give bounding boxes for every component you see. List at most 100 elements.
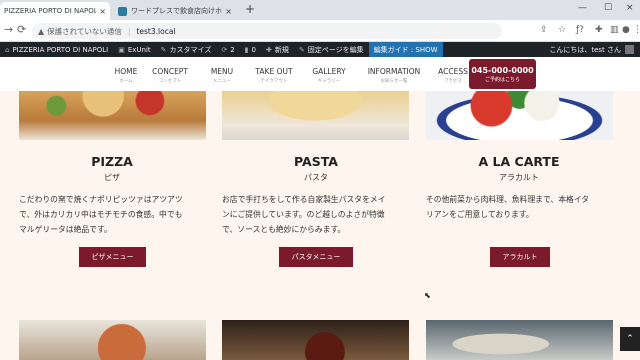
admin-exunit[interactable]: ▣ ExUnit <box>113 42 155 57</box>
card-title-pizza: PIZZA <box>91 154 133 169</box>
nav-sublabel: アクセス <box>444 79 462 84</box>
url-text[interactable]: test3.local <box>136 27 175 36</box>
browser-tab-strip: PIZZERIA PORTO DI NAPOLI | 本 × ワードプレスで飲食… <box>0 0 640 20</box>
nav-item-menu[interactable]: MENU メニュー <box>198 57 246 91</box>
card-text-pizza: こだわりの窯で焼くナポリピッツァはアツアツ で、外はカリカリ中はモチモチの食感。… <box>19 192 209 237</box>
exunit-icon: ▣ <box>118 45 125 54</box>
nav-item-takeout[interactable]: TAKE OUT テイクアウト <box>248 57 300 91</box>
nav-sublabel: ギャラリー <box>317 79 341 84</box>
browser-toolbar: → ⟳ ▲ 保護されていない通信 | test3.local ⇪ ☆ ƒ? ✚ … <box>0 20 640 42</box>
reserve-phone-number: 045-000-0000 <box>471 66 534 75</box>
admin-edit-guide-label: 編集ガイド : SHOW <box>373 45 438 54</box>
tab-close-icon[interactable]: × <box>99 7 106 16</box>
back-icon[interactable]: → <box>4 23 13 36</box>
food-photo <box>19 320 206 360</box>
nav-label: MENU <box>210 67 234 76</box>
admin-customize-label: カスタマイズ <box>169 45 212 54</box>
url-separator: | <box>127 26 131 36</box>
font-icon[interactable]: ƒ? <box>576 25 584 35</box>
profile-icon[interactable]: ● <box>622 25 630 35</box>
pizza-photo <box>19 91 206 140</box>
minimize-icon[interactable]: — <box>578 3 587 13</box>
reload-icon[interactable]: ⟳ <box>17 23 26 36</box>
nav-sublabel: コンセプト <box>158 79 182 84</box>
pasta-photo <box>222 91 409 140</box>
pencil-icon: ✎ <box>298 45 305 54</box>
sidebar-icon[interactable]: ▥ <box>610 25 619 35</box>
nav-label: CONCEPT <box>152 67 188 76</box>
card-text-line: マルゲリータは絶品です。 <box>19 225 112 234</box>
new-tab-icon[interactable]: + <box>245 2 255 16</box>
card-text-line: リアンをご用意しております。 <box>426 210 534 219</box>
nav-sublabel: お知らせ一覧 <box>380 79 408 84</box>
site-header: HOME ホーム CONCEPT コンセプト MENU メニュー TAKE OU… <box>0 57 640 91</box>
nav-item-concept[interactable]: CONCEPT コンセプト <box>144 57 196 91</box>
address-bar[interactable]: ▲ 保護されていない通信 | test3.local <box>32 23 502 39</box>
admin-new-label: 新規 <box>274 45 289 54</box>
card-title-alacarte: A LA CARTE <box>478 154 560 169</box>
tab-title: PIZZERIA PORTO DI NAPOLI | 本 <box>4 7 97 15</box>
admin-site-name[interactable]: ⌂ PIZZERIA PORTO DI NAPOLI <box>0 42 113 57</box>
favicon-icon <box>118 6 127 16</box>
nav-label: HOME <box>114 67 138 76</box>
browser-tab-active[interactable]: PIZZERIA PORTO DI NAPOLI | 本 × <box>0 2 110 20</box>
card-text-pasta: お店で手打ちをして作る自家製生パスタをメイ ンにご提供しています。のど越しのよさ… <box>222 192 412 237</box>
alacarte-button[interactable]: アラカルト <box>490 247 550 267</box>
warning-icon[interactable]: ▲ <box>38 27 44 36</box>
card-text-line: で、外はカリカリ中はモチモチの食感。中でも <box>19 210 183 219</box>
food-photo <box>426 320 613 360</box>
card-subtitle-pasta: パスタ <box>304 173 328 182</box>
admin-edit-page-label: 固定ページを編集 <box>307 45 364 54</box>
window-close-icon[interactable]: × <box>626 3 634 13</box>
page-top-button[interactable]: ⌃ <box>620 327 640 351</box>
maximize-icon[interactable]: ☐ <box>604 3 612 13</box>
card-text-line: こだわりの窯で焼くナポリピッツァはアツアツ <box>19 195 183 204</box>
admin-site-name-label: PIZZERIA PORTO DI NAPOLI <box>12 45 109 54</box>
brush-icon: ✎ <box>160 45 167 54</box>
bookmark-star-icon[interactable]: ☆ <box>558 25 566 35</box>
admin-new[interactable]: ✚ 新規 <box>261 42 294 57</box>
admin-updates[interactable]: ⟳ 2 <box>216 42 239 57</box>
nav-label: ACCESS <box>438 67 468 76</box>
card-title-pasta: PASTA <box>294 154 338 169</box>
card-subtitle-pizza: ピザ <box>104 173 120 182</box>
card-text-line: で、ソースとも絶妙にからみます。 <box>222 225 346 234</box>
avatar <box>625 45 634 54</box>
extensions-icon[interactable]: ✚ <box>595 25 603 35</box>
tab-close-icon[interactable]: × <box>225 7 232 16</box>
global-nav: HOME ホーム CONCEPT コンセプト MENU メニュー TAKE OU… <box>110 57 476 91</box>
nav-item-gallery[interactable]: GALLERY ギャラリー <box>302 57 356 91</box>
nav-sublabel: ホーム <box>119 79 133 84</box>
alacarte-photo <box>426 91 613 140</box>
admin-customize[interactable]: ✎ カスタマイズ <box>156 42 217 57</box>
pasta-menu-button[interactable]: パスタメニュー <box>279 247 353 267</box>
card-text-line: ンにご提供しています。のど越しのよさが特徴 <box>222 210 385 219</box>
food-photo <box>222 320 409 360</box>
admin-exunit-label: ExUnit <box>127 45 151 54</box>
card-text-line: お店で手打ちをして作る自家製生パスタをメイ <box>222 195 386 204</box>
home-icon: ⌂ <box>5 45 10 54</box>
reserve-phone-button[interactable]: 045-000-0000 ご予約はこちら <box>469 59 536 89</box>
tab-title: ワードプレスで飲食店向けホームペー <box>131 7 222 15</box>
browser-tab[interactable]: ワードプレスで飲食店向けホームペー × <box>114 2 236 20</box>
admin-account[interactable]: こんにちは、test さん <box>549 42 634 57</box>
card-subtitle-alacarte: アラカルト <box>499 173 539 182</box>
admin-edit-page[interactable]: ✎ 固定ページを編集 <box>294 42 369 57</box>
nav-item-home[interactable]: HOME ホーム <box>110 57 142 91</box>
updates-count: 2 <box>230 45 235 54</box>
updates-icon: ⟳ <box>221 45 228 54</box>
card-text-alacarte: その他前菜から肉料理、魚料理まで、本格イタ リアンをご用意しております。 <box>426 192 616 222</box>
menu-icon[interactable]: ⋮ <box>633 25 640 35</box>
plus-icon: ✚ <box>266 45 272 54</box>
wp-admin-bar: ⌂ PIZZERIA PORTO DI NAPOLI ▣ ExUnit ✎ カス… <box>0 42 640 57</box>
nav-item-information[interactable]: INFORMATION お知らせ一覧 <box>358 57 430 91</box>
mouse-cursor-icon: ⬉ <box>424 291 431 300</box>
pizza-menu-button[interactable]: ピザメニュー <box>79 247 146 267</box>
nav-label: TAKE OUT <box>255 67 293 76</box>
nav-item-access[interactable]: ACCESS アクセス <box>432 57 474 91</box>
comment-icon: ▮ <box>244 45 249 54</box>
admin-edit-guide[interactable]: 編集ガイド : SHOW <box>368 42 443 57</box>
nav-label: INFORMATION <box>367 67 421 76</box>
admin-comments[interactable]: ▮ 0 <box>240 42 261 57</box>
share-icon[interactable]: ⇪ <box>540 25 548 35</box>
